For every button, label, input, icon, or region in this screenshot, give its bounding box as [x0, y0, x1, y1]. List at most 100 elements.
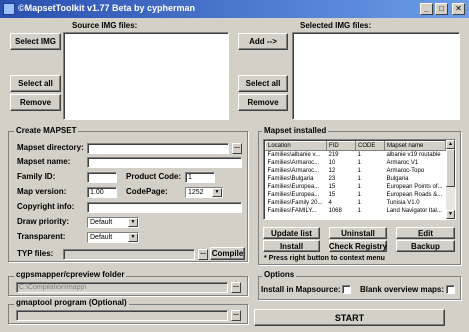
scroll-down-icon[interactable]: ▼ [446, 210, 455, 219]
source-img-list[interactable] [63, 32, 229, 120]
cell-location: Families\Europea... [267, 184, 320, 190]
select-img-button[interactable]: Select IMG [10, 33, 61, 50]
gmaptool-input[interactable] [16, 310, 228, 321]
table-row[interactable]: Families\albanie v... 219 1 albanie v19 rou… [266, 151, 446, 160]
uninstall-button[interactable]: Uninstall [329, 227, 387, 239]
source-select-all-button[interactable]: Select all [10, 75, 61, 92]
cell-mapset-name: European Points of... [386, 184, 443, 190]
edit-button[interactable]: Edit [396, 227, 455, 239]
window-title: ©MapsetToolkit v1.77 Beta by cypherman [18, 3, 196, 13]
mapset-directory-label: Mapset directory: [17, 143, 84, 152]
cell-mapset-name: Land Navigator Ital... [386, 208, 442, 214]
backup-button[interactable]: Backup [396, 240, 455, 252]
codepage-value: 1252 [188, 189, 204, 196]
codepage-label: CodePage: [126, 187, 168, 196]
draw-priority-select[interactable]: Default ▼ [87, 217, 139, 228]
add-button[interactable]: Add --> [238, 33, 288, 50]
scroll-up-icon[interactable]: ▲ [446, 140, 455, 149]
cell-mapset-name: Tunisia V1.0 [386, 200, 420, 206]
install-in-mapsource-label: Install in Mapsource: [261, 285, 341, 294]
cell-fid: 4 [328, 200, 332, 206]
cell-fid: 1068 [328, 208, 342, 214]
cell-fid: 10 [328, 160, 336, 166]
cell-mapset-name: albanie v19 routable [386, 152, 441, 158]
cell-code: 1 [357, 152, 361, 158]
typ-files-label: TYP files: [17, 249, 54, 258]
cell-location: Families\Armaroc... [267, 160, 320, 166]
cell-location: Families\Bulgaria [267, 176, 314, 182]
map-version-input[interactable]: 1.00 [87, 187, 117, 198]
cell-fid: 15 [328, 192, 336, 198]
mapset-directory-input[interactable] [87, 143, 229, 154]
table-row[interactable]: Families\Europea... 15 1 European Roads &..… [266, 191, 446, 199]
mapset-directory-browse-button[interactable]: ... [232, 143, 242, 154]
table-row[interactable]: Families\Family 20... 4 1 Tunisia V1.0 [266, 199, 446, 207]
table-row[interactable]: Families\FAMILY... 1068 1 Land Navigator It… [266, 207, 446, 215]
table-row[interactable]: Families\Armaroc... 12 1 Armaroc-Topo [266, 167, 446, 175]
cell-location: Families\Armaroc... [267, 168, 320, 174]
gmaptool-browse-button[interactable]: ... [231, 310, 241, 321]
close-button[interactable]: ✕ [452, 3, 465, 15]
product-code-label: Product Code: [126, 172, 182, 181]
chevron-down-icon[interactable]: ▼ [212, 188, 222, 197]
cell-mapset-name: Armaroc-Topo [386, 168, 425, 174]
cell-mapset-name: Armaroc V1 [386, 160, 419, 166]
copyright-info-label: Copyright info: [17, 202, 75, 211]
mapset-installed-title: Mapset installed [262, 126, 329, 135]
draw-priority-label: Draw priority: [17, 217, 70, 226]
start-button[interactable]: START [254, 309, 445, 326]
cell-mapset-name: Bulgaria [386, 176, 409, 182]
map-version-label: Map version: [17, 187, 67, 196]
mapset-grid: Location FID CODE Mapset name Families\a… [265, 141, 446, 215]
column-header-code[interactable]: CODE [355, 141, 385, 151]
cell-code: 1 [357, 176, 361, 182]
cell-code: 1 [357, 192, 361, 198]
cgpsmapper-title: cgpsmapper/cpreview folder [14, 270, 127, 279]
column-header-fid[interactable]: FID [326, 141, 356, 151]
gmaptool-title: gmaptool program (Optional) [14, 298, 129, 307]
chevron-down-icon[interactable]: ▼ [128, 233, 138, 242]
copyright-info-input[interactable] [87, 202, 242, 213]
table-vertical-scrollbar[interactable]: ▲ ▼ [446, 140, 455, 219]
column-header-mapset-name[interactable]: Mapset name [384, 141, 446, 151]
app-icon [3, 3, 15, 15]
selected-remove-button[interactable]: Remove [238, 94, 288, 111]
blank-overview-checkbox[interactable] [446, 285, 455, 294]
cell-location: Families\albanie v... [267, 152, 321, 158]
family-id-label: Family ID: [17, 172, 56, 181]
selected-select-all-button[interactable]: Select all [238, 75, 288, 92]
check-registry-button[interactable]: Check Registry [329, 240, 387, 252]
scroll-thumb[interactable] [446, 149, 455, 187]
product-code-input[interactable]: 1 [185, 172, 215, 183]
selected-img-label: Selected IMG files: [300, 21, 372, 30]
blank-overview-label: Blank overview maps: [360, 285, 445, 294]
cell-code: 1 [357, 168, 361, 174]
cell-mapset-name: European Roads &... [386, 192, 443, 198]
install-button[interactable]: Install [263, 240, 320, 252]
update-list-button[interactable]: Update list [263, 227, 320, 239]
cell-location: Families\FAMILY... [267, 208, 317, 214]
codepage-select[interactable]: 1252 ▼ [185, 187, 223, 198]
mapset-name-input[interactable] [87, 157, 242, 168]
source-img-label: Source IMG files: [72, 21, 138, 30]
title-bar[interactable]: ©MapsetToolkit v1.77 Beta by cypherman _… [0, 0, 469, 18]
typ-files-browse-button[interactable]: ... [198, 249, 208, 260]
transparent-select[interactable]: Default ▼ [87, 232, 139, 243]
table-row[interactable]: Families\Armaroc... 10 1 Armaroc V1 [266, 159, 446, 167]
family-id-input[interactable] [87, 172, 117, 183]
chevron-down-icon[interactable]: ▼ [128, 218, 138, 227]
typ-files-input[interactable] [63, 249, 195, 260]
mapset-installed-table[interactable]: Location FID CODE Mapset name Families\a… [263, 139, 456, 220]
maximize-button[interactable]: □ [435, 3, 448, 15]
install-in-mapsource-checkbox[interactable] [342, 285, 351, 294]
source-remove-button[interactable]: Remove [10, 94, 61, 111]
table-row[interactable]: Families\Bulgaria 23 1 Bulgaria [266, 175, 446, 183]
cgpsmapper-browse-button[interactable]: ... [231, 282, 241, 293]
table-row[interactable]: Families\Europea... 15 1 European Points of… [266, 183, 446, 191]
cell-fid: 23 [328, 176, 336, 182]
column-header-location[interactable]: Location [265, 141, 327, 151]
cgpsmapper-folder-input[interactable]: C:\Compilation\mapp\ [16, 282, 228, 293]
compile-button[interactable]: Compile [210, 247, 245, 260]
minimize-button[interactable]: _ [420, 3, 433, 15]
selected-img-list[interactable] [292, 32, 460, 120]
